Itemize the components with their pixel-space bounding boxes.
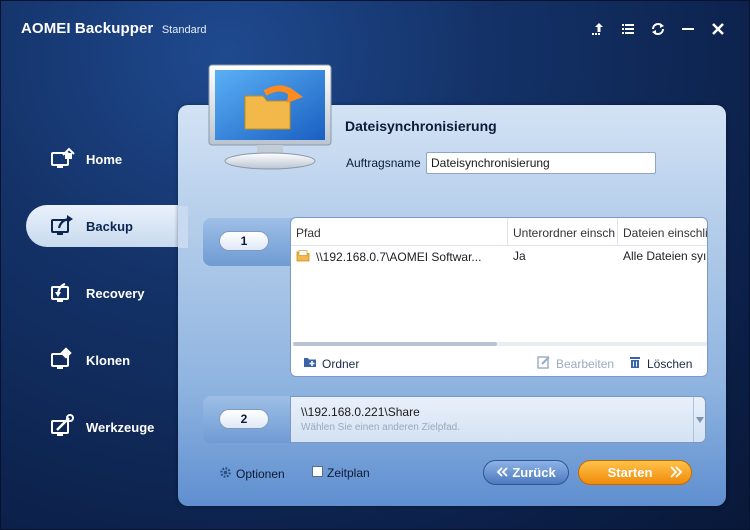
- job-name-input[interactable]: [426, 152, 656, 174]
- add-folder-label: Ordner: [322, 356, 360, 371]
- clone-icon: [48, 346, 76, 374]
- step1-number-badge: 1: [219, 231, 269, 251]
- job-name-label: Auftragsname: [346, 156, 421, 170]
- checkbox-icon[interactable]: [312, 466, 323, 480]
- destination-path: \\192.168.0.221\Share: [301, 405, 420, 419]
- nav-item-tools[interactable]: Werkzeuge: [26, 406, 186, 448]
- recovery-icon: [48, 279, 76, 307]
- backup-icon: [48, 212, 76, 240]
- nav-label-tools: Werkzeuge: [86, 419, 155, 435]
- nav-label-clone: Klonen: [86, 352, 131, 368]
- upgrade-icon[interactable]: [589, 20, 607, 38]
- add-folder-button[interactable]: Ordner: [303, 355, 359, 372]
- page-title: Dateisynchronisierung: [345, 118, 497, 134]
- refresh-icon[interactable]: [649, 20, 667, 38]
- double-chevron-right-icon: [669, 464, 683, 483]
- source-table-header: Pfad Unterordner einsch Dateien einschli: [291, 218, 707, 246]
- nav-label-home: Home: [86, 151, 123, 167]
- horizontal-scrollbar[interactable]: [293, 342, 707, 346]
- step2-number-badge: 2: [219, 409, 269, 429]
- scrollbar-thumb[interactable]: [293, 342, 497, 346]
- back-label: Zurück: [512, 465, 556, 480]
- nav-item-recovery[interactable]: Recovery: [26, 272, 186, 314]
- delete-button[interactable]: Löschen: [628, 355, 692, 372]
- edit-button[interactable]: Bearbeiten: [537, 355, 614, 372]
- nav-item-backup[interactable]: Backup: [26, 205, 186, 247]
- edit-label: Bearbeiten: [556, 356, 615, 371]
- column-files[interactable]: Dateien einschli: [618, 218, 707, 245]
- source-list: Pfad Unterordner einsch Dateien einschli…: [290, 217, 708, 377]
- nav-label-recovery: Recovery: [86, 285, 145, 301]
- folder-icon: [296, 249, 310, 266]
- schedule-label: Zeitplan: [327, 466, 370, 480]
- options-label: Optionen: [236, 467, 285, 481]
- sync-monitor-icon: [205, 61, 335, 176]
- double-chevron-left-icon: [496, 465, 508, 480]
- options-link[interactable]: Optionen: [219, 466, 285, 482]
- edit-icon: [537, 355, 551, 372]
- minimize-icon[interactable]: [679, 20, 697, 38]
- menu-icon[interactable]: [619, 20, 637, 38]
- column-subfolders[interactable]: Unterordner einsch: [508, 218, 618, 245]
- add-folder-icon: [303, 355, 317, 372]
- destination-hint: Wählen Sie einen anderen Zielpfad.: [301, 422, 460, 433]
- back-button[interactable]: Zurück: [483, 460, 569, 485]
- table-row[interactable]: \\192.168.0.7\AOMEI Softwar... Ja Alle D…: [291, 246, 707, 268]
- gear-icon: [219, 466, 232, 482]
- column-path[interactable]: Pfad: [291, 218, 508, 245]
- tools-icon: [48, 413, 76, 441]
- nav-label-backup: Backup: [86, 218, 133, 234]
- app-name: AOMEI Backupper: [21, 20, 154, 37]
- app-window: AOMEI Backupper Standard Home Backup Rec…: [0, 0, 750, 530]
- app-edition: Standard: [161, 24, 207, 36]
- trash-icon: [628, 355, 642, 372]
- source-toolbar: Ordner Bearbeiten Löschen: [291, 351, 707, 376]
- row-path-cell: \\192.168.0.7\AOMEI Softwar...: [291, 246, 508, 268]
- start-button[interactable]: Starten: [578, 460, 692, 485]
- window-controls: [589, 20, 727, 38]
- start-label: Starten: [607, 465, 653, 480]
- home-icon: [48, 145, 76, 173]
- close-icon[interactable]: [709, 20, 727, 38]
- nav-item-home[interactable]: Home: [26, 138, 186, 180]
- window-title: AOMEI Backupper Standard: [21, 20, 206, 38]
- chevron-down-icon[interactable]: [693, 397, 705, 442]
- row-files: Alle Dateien syı: [623, 249, 707, 263]
- schedule-checkbox[interactable]: Zeitplan: [312, 466, 370, 480]
- row-subfolders: Ja: [513, 249, 526, 263]
- panel-tab-connector: [178, 206, 188, 248]
- delete-label: Löschen: [647, 356, 693, 371]
- row-path: \\192.168.0.7\AOMEI Softwar...: [316, 250, 482, 264]
- nav-item-clone[interactable]: Klonen: [26, 339, 186, 381]
- destination-select[interactable]: \\192.168.0.221\Share Wählen Sie einen a…: [290, 396, 706, 443]
